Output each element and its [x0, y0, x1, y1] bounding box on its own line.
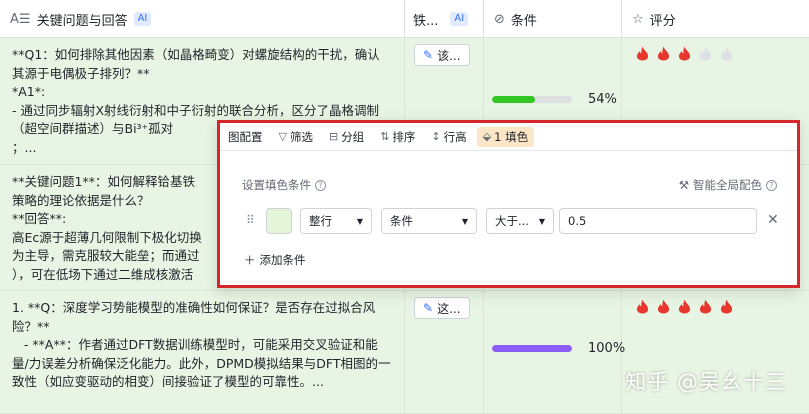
- watermark: 知乎 @吴幺十三: [625, 370, 787, 394]
- type-tag-label: 该...: [437, 48, 461, 63]
- view-config-toolbar: 图配置 ▽ 筛选 ⊟ 分组 ⇅ 排序 ↕ 行高 ⬙ 1 填色: [220, 123, 797, 151]
- chevron-down-icon: ▼: [356, 216, 363, 226]
- fill-config-popup: 图配置 ▽ 筛选 ⊟ 分组 ⇅ 排序 ↕ 行高 ⬙ 1 填色 设置填色条件 ? …: [217, 120, 800, 288]
- column-header-type[interactable]: 铁... AI: [405, 0, 484, 38]
- operator-select[interactable]: 大于... ▼: [486, 208, 554, 234]
- type-tag[interactable]: ✎ 该...: [414, 44, 470, 66]
- help-icon[interactable]: ?: [766, 179, 777, 191]
- flame-icon-filled[interactable]: [678, 299, 691, 314]
- value-text: 0.5: [568, 214, 587, 228]
- progress-label: 100%: [588, 341, 626, 356]
- tab-row-height[interactable]: ↕ 行高: [425, 127, 472, 147]
- tab-label: 筛选: [289, 129, 313, 144]
- flame-icon-empty[interactable]: [699, 46, 712, 61]
- ai-sparkle-icon: ✎: [423, 48, 434, 62]
- help-icon[interactable]: ?: [315, 179, 326, 191]
- rating-flames[interactable]: [636, 299, 733, 314]
- flame-icon-filled[interactable]: [699, 299, 712, 314]
- sort-icon: ⇅: [380, 130, 390, 143]
- scope-value: 整行: [309, 214, 332, 228]
- progress-label: 54%: [588, 92, 617, 107]
- smart-color-label: 智能全局配色: [693, 178, 762, 192]
- scope-select[interactable]: 整行 ▼: [300, 208, 372, 234]
- fill-condition-title: 设置填色条件 ?: [242, 177, 326, 193]
- paint-bucket-icon: ⬙: [482, 130, 492, 143]
- tab-group[interactable]: ⊟ 分组: [323, 127, 370, 147]
- flame-icon-filled[interactable]: [720, 299, 733, 314]
- type-tag-label: 这...: [437, 301, 461, 316]
- tab-sort[interactable]: ⇅ 排序: [374, 127, 421, 147]
- question-cell[interactable]: 1. **Q：深度学习势能模型的准确性如何保证？是否存在过拟合风险？** - *…: [0, 291, 405, 413]
- tab-label: 1 填色: [494, 129, 529, 144]
- ai-badge: AI: [450, 12, 469, 26]
- filter-icon: ▽: [278, 130, 287, 143]
- tab-label: 排序: [392, 129, 416, 144]
- tab-fill-color[interactable]: ⬙ 1 填色: [476, 126, 535, 147]
- fill-condition-row: ⠿ 整行 ▼ 条件 ▼ 大于... ▼ 0.5 ✕: [246, 208, 786, 234]
- ai-sparkle-icon: ✎: [423, 301, 434, 315]
- progress-field-icon: ⊘: [494, 11, 505, 27]
- drag-handle-icon[interactable]: ⠿: [246, 213, 255, 227]
- chevron-down-icon: ▼: [538, 216, 545, 226]
- tab-view-config[interactable]: 图配置: [222, 127, 269, 147]
- close-icon[interactable]: ✕: [767, 212, 779, 228]
- row-height-icon: ↕: [431, 130, 441, 143]
- progress-bar: [492, 345, 572, 352]
- smart-color-button[interactable]: ⚒ 智能全局配色 ?: [679, 177, 777, 193]
- column-header-label: 评分: [649, 13, 676, 29]
- progress-bar: [492, 96, 572, 103]
- type-tag[interactable]: ✎ 这...: [414, 297, 470, 319]
- flame-icon-filled[interactable]: [636, 299, 649, 314]
- question-text: 1. **Q：深度学习势能模型的准确性如何保证？是否存在过拟合风险？** - *…: [12, 300, 391, 389]
- tab-label: 分组: [341, 129, 365, 144]
- flame-icon-filled[interactable]: [657, 299, 670, 314]
- chevron-down-icon: ▼: [461, 216, 468, 226]
- column-header-question[interactable]: A☰ 关键问题与回答 AI: [0, 0, 405, 38]
- flame-icon-empty[interactable]: [720, 46, 733, 61]
- column-header-label: 铁...: [413, 13, 439, 29]
- column-header-condition[interactable]: ⊘ 条件: [484, 0, 622, 38]
- flame-icon-filled[interactable]: [657, 46, 670, 61]
- progress-fill: [492, 96, 536, 103]
- flame-icon-filled[interactable]: [636, 46, 649, 61]
- column-header-score[interactable]: ☆ 评分: [622, 0, 809, 38]
- tab-label: 行高: [443, 129, 467, 144]
- type-cell[interactable]: ✎ 这...: [405, 291, 484, 413]
- column-header-label: 条件: [510, 13, 537, 29]
- text-field-icon: A☰: [10, 11, 31, 27]
- field-value: 条件: [390, 214, 413, 228]
- column-header-label: 关键问题与回答: [36, 13, 128, 29]
- star-icon: ☆: [632, 11, 644, 27]
- rating-flames[interactable]: [636, 46, 733, 61]
- plus-icon: ＋: [244, 253, 256, 267]
- table-header: A☰ 关键问题与回答 AI 铁... AI ⊘ 条件 ☆ 评分: [0, 0, 809, 38]
- fill-color-swatch[interactable]: [266, 208, 292, 234]
- add-condition-label: 添加条件: [259, 253, 306, 267]
- tab-label: 图配置: [228, 129, 263, 144]
- tab-filter[interactable]: ▽ 筛选: [273, 127, 319, 147]
- add-condition-button[interactable]: ＋ 添加条件: [244, 252, 306, 268]
- condition-cell[interactable]: 100%: [484, 291, 626, 413]
- progress-fill: [492, 345, 572, 352]
- fill-title-label: 设置填色条件: [242, 178, 311, 192]
- magic-wand-icon: ⚒: [678, 178, 689, 192]
- flame-icon-filled[interactable]: [678, 46, 691, 61]
- ai-badge: AI: [133, 12, 152, 26]
- group-icon: ⊟: [328, 130, 339, 143]
- field-select[interactable]: 条件 ▼: [381, 208, 477, 234]
- value-input[interactable]: 0.5: [559, 208, 757, 234]
- operator-value: 大于...: [495, 214, 529, 228]
